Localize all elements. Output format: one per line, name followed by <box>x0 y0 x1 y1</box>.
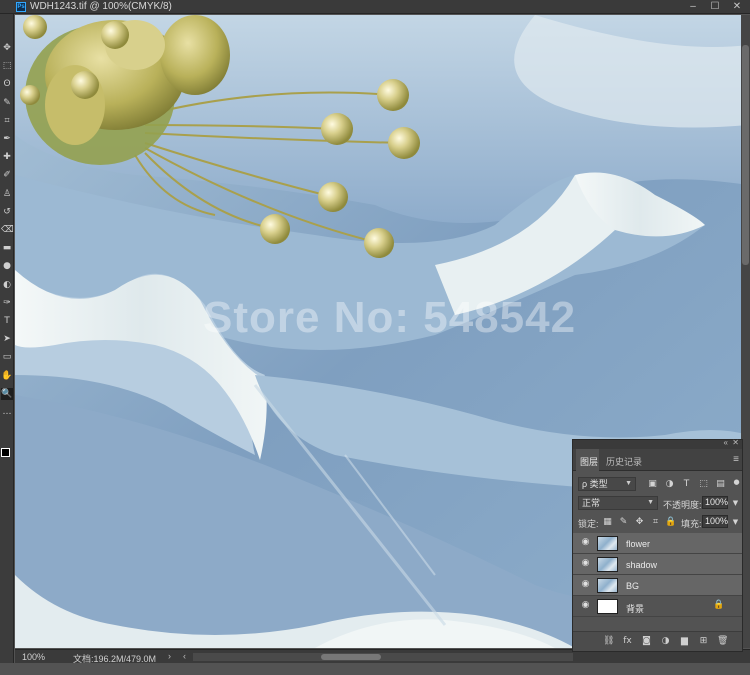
path-select-icon[interactable]: ➤ <box>1 333 13 345</box>
type-filter-icon[interactable]: T <box>681 479 692 490</box>
hand-icon[interactable]: ✋ <box>1 370 13 382</box>
lock-label: 锁定: <box>578 519 599 529</box>
blur-icon[interactable]: ● <box>1 260 13 272</box>
lock-pixels-icon[interactable]: ✎ <box>618 517 629 528</box>
brush-icon[interactable]: ✐ <box>1 169 13 181</box>
type-icon[interactable]: T <box>1 315 13 327</box>
eraser-icon[interactable]: ⌫ <box>1 224 14 236</box>
healing-icon[interactable]: ✚ <box>1 151 13 163</box>
panel-menu-icon[interactable]: ≡ <box>733 454 739 465</box>
dodge-icon[interactable]: ◐ <box>1 279 13 291</box>
lasso-icon[interactable]: ʘ <box>1 78 13 90</box>
layers-panel: « ✕ 图层 历史记录 ≡ ρ 类型 ▼ ▣ ◑ T ⬚ ▤ ● 正常 ▼ 不透… <box>572 438 743 652</box>
collapse-panel-icon[interactable]: « <box>724 438 728 447</box>
layer-thumbnail <box>597 578 618 593</box>
visibility-eye-icon[interactable]: ◉ <box>580 538 591 547</box>
foreground-color-swatch[interactable] <box>1 448 10 457</box>
lock-transparent-icon[interactable]: ▦ <box>602 517 613 528</box>
tab-layers[interactable]: 图层 <box>576 449 599 471</box>
layer-thumbnail <box>597 536 618 551</box>
new-group-icon[interactable]: ▆ <box>679 636 690 647</box>
add-mask-icon[interactable]: ◙ <box>641 636 652 647</box>
store-watermark: Store No: 548542 <box>203 293 577 342</box>
adjustment-filter-icon[interactable]: ◑ <box>664 479 675 490</box>
layer-thumbnail <box>597 557 618 572</box>
layer-row-background[interactable]: ◉ 背景 🔒 <box>573 596 742 617</box>
fill-chevron-icon[interactable]: ▼ <box>730 517 741 528</box>
layer-row-bg[interactable]: ◉ BG <box>573 575 742 596</box>
stamp-icon[interactable]: ♙ <box>1 188 13 200</box>
opacity-label: 不透明度: <box>663 500 702 510</box>
minimize-button[interactable]: – <box>682 0 704 14</box>
smart-object-filter-icon[interactable]: ▤ <box>715 479 726 490</box>
opacity-chevron-icon[interactable]: ▼ <box>730 498 741 509</box>
photoshop-icon: Ps <box>16 2 26 12</box>
lock-position-icon[interactable]: ✥ <box>634 517 645 528</box>
layer-thumbnail <box>597 599 618 614</box>
status-menu-arrow-icon[interactable]: › <box>168 651 171 661</box>
zoom-icon[interactable]: 🔍 <box>1 387 13 400</box>
close-button[interactable]: ✕ <box>726 0 748 14</box>
adjustment-layer-icon[interactable]: ◑ <box>660 636 671 647</box>
marquee-icon[interactable]: ⬚ <box>1 60 13 72</box>
shape-icon[interactable]: ▭ <box>1 351 13 363</box>
crop-icon[interactable]: ⌗ <box>1 115 13 127</box>
blend-row: 正常 ▼ 不透明度: 100% ▼ <box>573 495 742 511</box>
document-tab-title[interactable]: WDH1243.tif @ 100%(CMYK/8) <box>30 1 172 12</box>
visibility-eye-icon[interactable]: ◉ <box>580 601 591 610</box>
lock-row: 锁定: ▦ ✎ ✥ ⌗ 🔒 填充: 100% ▼ <box>573 514 742 530</box>
vertical-scroll-thumb[interactable] <box>742 45 749 265</box>
layer-name: flower <box>626 539 651 549</box>
layer-filter-row: ρ 类型 ▼ ▣ ◑ T ⬚ ▤ ● <box>573 476 742 492</box>
pen-icon[interactable]: ✑ <box>1 297 13 309</box>
horizontal-scrollbar[interactable] <box>193 653 573 661</box>
layer-row-shadow[interactable]: ◉ shadow <box>573 554 742 575</box>
layer-name: shadow <box>626 560 658 570</box>
visibility-eye-icon[interactable]: ◉ <box>580 580 591 589</box>
opacity-input[interactable]: 100% <box>702 496 728 509</box>
filter-kind-dropdown[interactable]: ρ 类型 ▼ <box>578 477 636 491</box>
panel-header-strip: « ✕ <box>573 438 742 449</box>
new-layer-icon[interactable]: ⊞ <box>698 636 709 647</box>
eyedropper-icon[interactable]: ✒ <box>1 133 13 145</box>
title-bar: Ps WDH1243.tif @ 100%(CMYK/8) – ☐ ✕ <box>0 0 750 14</box>
layer-name: BG <box>626 581 640 591</box>
move-icon[interactable]: ✥ <box>1 42 13 54</box>
filter-kind-label: ρ 类型 <box>582 479 608 489</box>
blend-mode-dropdown[interactable]: 正常 ▼ <box>578 496 658 510</box>
chevron-down-icon: ▼ <box>647 499 654 506</box>
more-tools-icon[interactable]: … <box>1 406 13 418</box>
horizontal-scroll-thumb[interactable] <box>321 654 381 660</box>
pixel-filter-icon[interactable]: ▣ <box>647 479 658 490</box>
layer-lock-icon: 🔒 <box>713 600 725 610</box>
layer-name: 背景 <box>626 604 645 614</box>
filter-toggle-icon[interactable]: ● <box>731 477 742 488</box>
fill-label: 填充: <box>681 519 702 529</box>
lock-artboard-icon[interactable]: ⌗ <box>650 517 661 528</box>
layer-row-flower[interactable]: ◉ flower <box>573 533 742 554</box>
shape-filter-icon[interactable]: ⬚ <box>698 479 709 490</box>
maximize-button[interactable]: ☐ <box>704 0 726 14</box>
blend-mode-label: 正常 <box>582 498 601 508</box>
fx-icon[interactable]: fx <box>622 636 633 647</box>
tools-panel: ✥ ⬚ ʘ ✎ ⌗ ✒ ✚ ✐ ♙ ↺ ⌫ ▬ ● ◐ ✑ T ➤ ▭ ✋ 🔍 … <box>0 14 14 675</box>
history-brush-icon[interactable]: ↺ <box>1 206 13 218</box>
gradient-icon[interactable]: ▬ <box>1 242 13 254</box>
visibility-eye-icon[interactable]: ◉ <box>580 559 591 568</box>
lock-all-icon[interactable]: 🔒 <box>665 517 676 528</box>
chevron-down-icon: ▼ <box>625 480 632 487</box>
fill-input[interactable]: 100% <box>702 515 728 528</box>
close-panel-icon[interactable]: ✕ <box>732 438 739 447</box>
quick-select-icon[interactable]: ✎ <box>1 97 13 109</box>
link-layers-icon[interactable]: ⛓ <box>603 636 614 647</box>
tab-history[interactable]: 历史记录 <box>606 455 642 468</box>
scroll-left-icon[interactable]: ‹ <box>183 651 186 661</box>
layer-list: ◉ flower ◉ shadow ◉ BG ◉ 背景 🔒 <box>573 533 742 629</box>
delete-layer-icon[interactable]: 🗑 <box>717 636 728 647</box>
panel-tab-bar: 图层 历史记录 ≡ <box>573 449 742 471</box>
layers-panel-footer: ⛓ fx ◙ ◑ ▆ ⊞ 🗑 <box>573 631 742 651</box>
zoom-level[interactable]: 100% <box>22 652 45 662</box>
bottom-strip <box>0 663 750 675</box>
